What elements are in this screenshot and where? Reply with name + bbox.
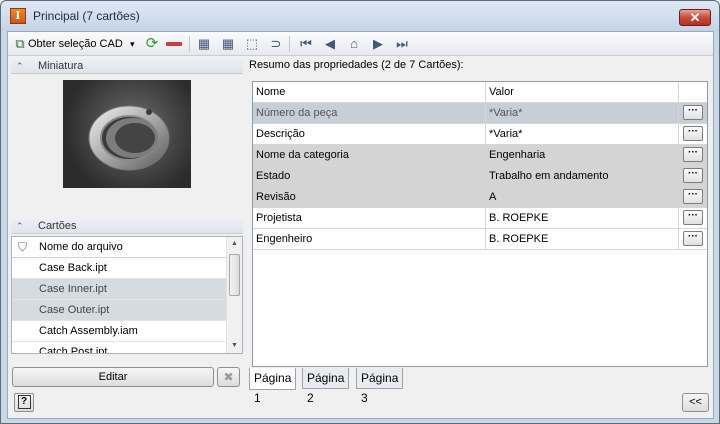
list-scrollbar[interactable]: ▲ ▼ xyxy=(226,237,242,353)
left-panel: ⌃ Miniatura ⌃ Cartões ⛉ Nome do arquivo … xyxy=(11,58,243,378)
ellipsis-button[interactable]: ··· xyxy=(683,105,703,120)
ellipsis-button[interactable]: ··· xyxy=(683,147,703,162)
nav-prev-icon[interactable]: ◀ xyxy=(322,36,338,52)
nav-last-icon[interactable]: ⏭ xyxy=(394,36,410,52)
cards-section-header[interactable]: ⌃ Cartões xyxy=(11,218,243,234)
refresh-icon[interactable]: ⟳ xyxy=(144,36,160,52)
nav-next-icon[interactable]: ▶ xyxy=(370,36,386,52)
table-row[interactable]: Projetista B. ROEPKE ··· xyxy=(253,208,707,229)
property-value[interactable]: *Varia* xyxy=(486,124,679,144)
list-item[interactable]: Case Back.ipt xyxy=(12,258,226,279)
delete-icon[interactable]: ✖ xyxy=(217,367,240,387)
title-bar: I Principal (7 cartões) ✕ xyxy=(1,1,719,31)
select-icon[interactable]: ⬚ xyxy=(244,36,260,52)
view-1-icon[interactable]: ▦ xyxy=(196,36,212,52)
cards-list: ⛉ Nome do arquivo Case Back.ipt Case Inne… xyxy=(11,236,243,354)
property-value[interactable]: B. ROEPKE xyxy=(486,229,679,249)
scroll-up-icon[interactable]: ▲ xyxy=(227,237,242,251)
part-thumbnail xyxy=(63,80,191,188)
help-icon[interactable]: ? xyxy=(14,393,34,412)
table-row[interactable]: Estado Trabalho em andamento ··· xyxy=(253,166,707,187)
ellipsis-button[interactable]: ··· xyxy=(683,231,703,246)
thumbnail-section-header[interactable]: ⌃ Miniatura xyxy=(11,58,243,74)
property-value[interactable]: B. ROEPKE xyxy=(486,208,679,228)
properties-grid: Nome Valor Número da peça *Varia* ··· Descr… xyxy=(252,81,708,367)
scroll-thumb[interactable] xyxy=(229,254,240,296)
get-cad-selection-button[interactable]: Obter seleção CAD xyxy=(28,35,123,53)
tab-page-3[interactable]: Página 3 xyxy=(356,368,404,405)
main-window: I Principal (7 cartões) ✕ ⧉ Obter seleçã… xyxy=(0,0,720,424)
table-row[interactable]: Engenheiro B. ROEPKE ··· xyxy=(253,229,707,250)
ellipsis-button[interactable]: ··· xyxy=(683,189,703,204)
close-button[interactable]: ✕ xyxy=(679,9,711,26)
property-name: Número da peça xyxy=(253,103,486,123)
table-row[interactable]: Nome da categoria Engenharia ··· xyxy=(253,145,707,166)
toolbar: ⧉ Obter seleção CAD ▾ ⟳ ▦ ▦ ⬚ ⊃ ⏮ ◀ ⌂ ▶ … xyxy=(8,32,713,56)
summary-title: Resumo das propriedades (2 de 7 Cartões)… xyxy=(249,59,464,71)
table-row[interactable]: Número da peça *Varia* ··· xyxy=(253,103,707,124)
grid-header: Nome Valor xyxy=(253,82,707,103)
inventor-app-icon: I xyxy=(10,8,26,24)
bearing-ring-image xyxy=(88,105,170,171)
window-client: ⧉ Obter seleção CAD ▾ ⟳ ▦ ▦ ⬚ ⊃ ⏮ ◀ ⌂ ▶ … xyxy=(7,31,714,419)
list-item[interactable]: Catch Post.ipt xyxy=(12,342,226,353)
scroll-down-icon[interactable]: ▼ xyxy=(227,339,242,353)
thumbnail-section-title: Miniatura xyxy=(38,60,84,72)
table-row[interactable]: Descrição *Varia* ··· xyxy=(253,124,707,145)
list-item[interactable]: Case Inner.ipt xyxy=(12,279,226,300)
edit-button[interactable]: Editar xyxy=(12,367,214,387)
nav-first-icon[interactable]: ⏮ xyxy=(298,36,314,52)
property-name: Engenheiro xyxy=(253,229,486,249)
ellipsis-button[interactable]: ··· xyxy=(683,168,703,183)
view-2-icon[interactable]: ▦ xyxy=(220,36,236,52)
property-name: Descrição xyxy=(253,124,486,144)
property-name: Estado xyxy=(253,166,486,186)
list-header[interactable]: ⛉ Nome do arquivo xyxy=(12,237,226,258)
table-row[interactable]: Revisão A ··· xyxy=(253,187,707,208)
tab-page-1[interactable]: Página 1 xyxy=(249,368,297,405)
home-icon[interactable]: ⌂ xyxy=(346,36,362,52)
link-icon[interactable]: ⊃ xyxy=(268,36,284,52)
collapse-chevron-icon[interactable]: ⌃ xyxy=(16,58,24,74)
tag-icon: ⛉ xyxy=(18,240,28,254)
list-header-label: Nome do arquivo xyxy=(39,241,123,253)
collapse-panel-button[interactable]: << xyxy=(682,393,709,412)
window-title: Principal (7 cartões) xyxy=(33,9,140,23)
cards-section-title: Cartões xyxy=(38,220,77,232)
list-item[interactable]: Case Outer.ipt xyxy=(12,300,226,321)
get-cad-dropdown-icon[interactable]: ▾ xyxy=(130,35,135,53)
property-value[interactable]: Trabalho em andamento xyxy=(486,166,679,186)
property-name: Projetista xyxy=(253,208,486,228)
column-header-value[interactable]: Valor xyxy=(486,82,679,102)
collapse-chevron-icon[interactable]: ⌃ xyxy=(16,218,24,234)
get-cad-selection-icon[interactable]: ⧉ xyxy=(12,36,28,52)
remove-icon[interactable] xyxy=(166,36,182,52)
property-name: Revisão xyxy=(253,187,486,207)
property-value[interactable]: *Varia* xyxy=(486,103,679,123)
property-value[interactable]: A xyxy=(486,187,679,207)
ellipsis-button[interactable]: ··· xyxy=(683,210,703,225)
tab-page-2[interactable]: Página 2 xyxy=(302,368,350,405)
property-name: Nome da categoria xyxy=(253,145,486,165)
property-value[interactable]: Engenharia xyxy=(486,145,679,165)
column-header-name[interactable]: Nome xyxy=(253,82,486,102)
list-item[interactable]: Catch Assembly.iam xyxy=(12,321,226,342)
ellipsis-button[interactable]: ··· xyxy=(683,126,703,141)
